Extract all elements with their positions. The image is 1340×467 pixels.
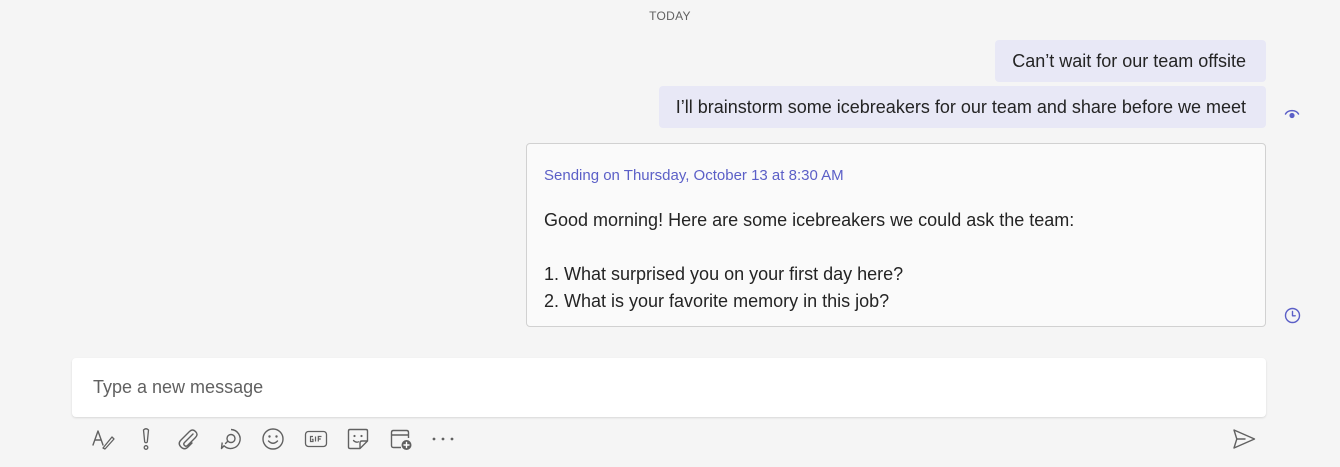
emoji-button[interactable]: [252, 423, 295, 455]
attach-button[interactable]: [167, 423, 210, 455]
seen-eye-icon: [1284, 109, 1300, 119]
schedule-meeting-button[interactable]: [380, 423, 423, 455]
day-divider: TODAY: [649, 9, 691, 23]
message-bubble-sent[interactable]: I’ll brainstorm some icebreakers for our…: [658, 86, 1266, 128]
attach-icon: [178, 429, 198, 450]
scheduled-message-intro: Good morning! Here are some icebreakers …: [544, 210, 1075, 230]
format-button[interactable]: [82, 423, 125, 455]
scheduled-message-item: 2. What is your favorite memory in this …: [544, 291, 890, 311]
compose-toolbar: [82, 423, 465, 455]
important-icon: [142, 428, 149, 450]
sticker-button[interactable]: [337, 423, 380, 455]
format-icon: [92, 430, 115, 450]
emoji-icon: [262, 428, 284, 450]
clock-icon: [1284, 307, 1301, 324]
scheduled-message-item: 1. What surprised you on your first day …: [544, 264, 904, 284]
loop-icon: [220, 428, 241, 450]
sticker-icon: [348, 428, 369, 450]
important-button[interactable]: [125, 423, 168, 455]
send-icon: [1233, 429, 1256, 449]
more-options-icon: [432, 437, 454, 441]
scheduled-message-card[interactable]: Sending on Thursday, October 13 at 8:30 …: [526, 143, 1266, 327]
gif-button[interactable]: [295, 423, 338, 455]
message-bubble-sent[interactable]: Can’t wait for our team offsite: [995, 40, 1266, 82]
send-button[interactable]: [1228, 423, 1260, 455]
gif-icon: [304, 430, 327, 448]
loop-button[interactable]: [210, 423, 253, 455]
schedule-meeting-icon: [390, 429, 412, 450]
compose-box: [72, 358, 1266, 417]
more-options-button[interactable]: [422, 423, 465, 455]
scheduled-send-time: Sending on Thursday, October 13 at 8:30 …: [544, 167, 844, 184]
message-input[interactable]: [72, 358, 1266, 417]
scheduled-message-body: Good morning! Here are some icebreakers …: [544, 207, 1248, 315]
